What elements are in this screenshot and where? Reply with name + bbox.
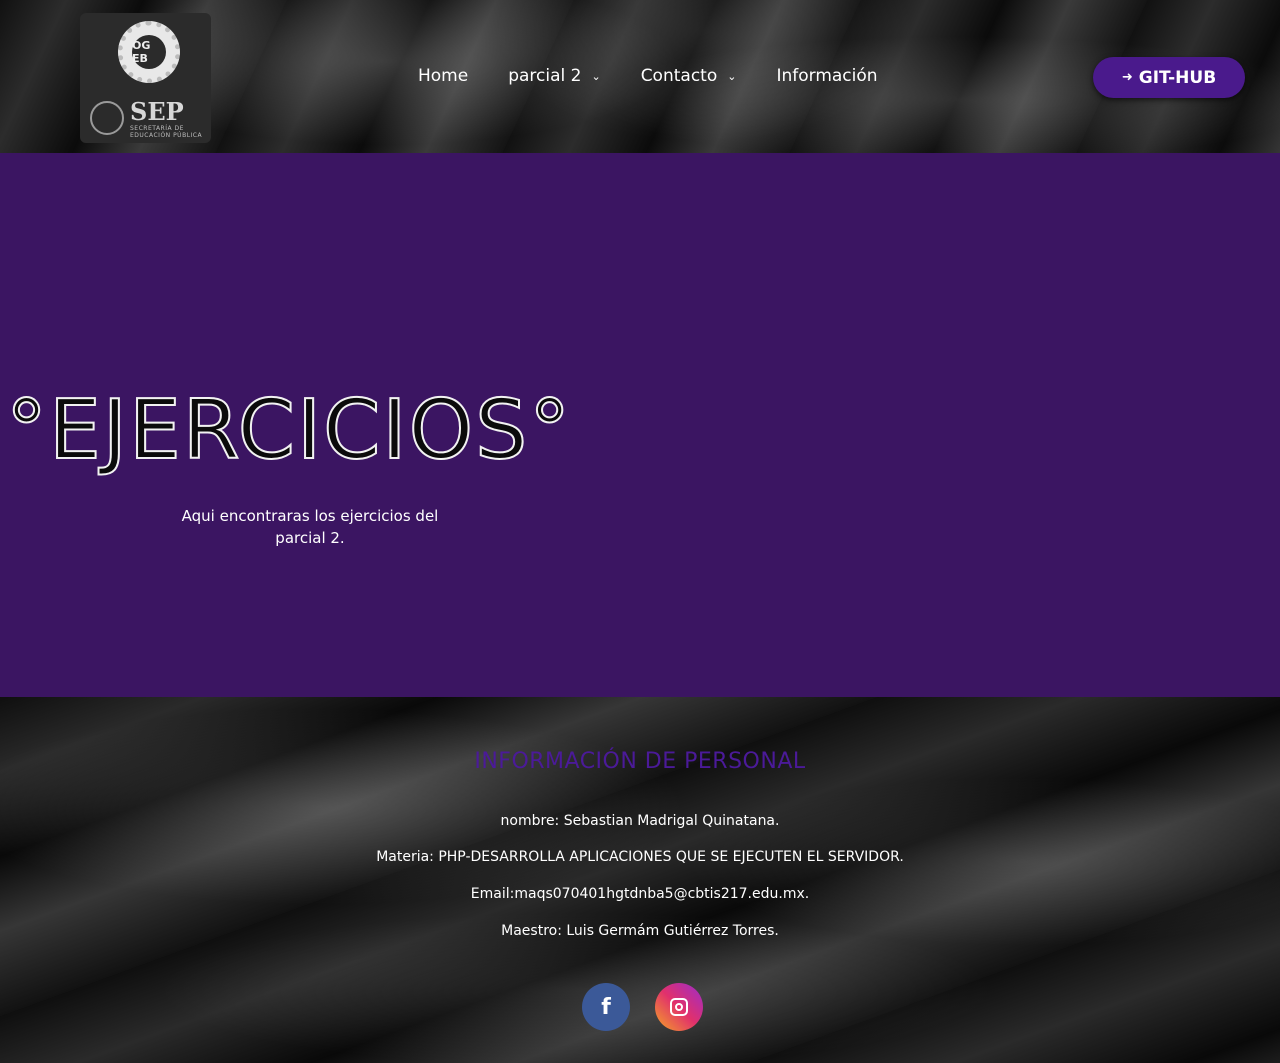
login-icon: ➜ (1121, 70, 1133, 85)
logo-badge-text: OG EB (132, 35, 166, 69)
github-button-label: GIT-HUB (1138, 67, 1217, 88)
personal-info-section: INFORMACIÓN DE PERSONAL nombre: Sebastia… (0, 697, 1280, 1063)
social-links: f (582, 983, 703, 1031)
site-header: OG EB SEP SECRETARÍA DE EDUCACIÓN PÚBLIC… (0, 0, 1280, 153)
info-email: Email:maqs070401hgtdnba5@cbtis217.edu.mx… (470, 886, 810, 902)
camera-glyph (670, 998, 688, 1016)
info-name: nombre: Sebastian Madrigal Quinatana. (500, 813, 780, 829)
instagram-icon[interactable] (655, 983, 703, 1031)
main-nav: Home parcial 2 ⌄ Contacto ⌄ Información (418, 66, 918, 86)
github-button[interactable]: ➜ GIT-HUB (1093, 57, 1245, 98)
nav-home[interactable]: Home (418, 66, 468, 86)
info-teacher: Maestro: Luis Germám Gutiérrez Torres. (501, 923, 779, 939)
personal-info-title: INFORMACIÓN DE PERSONAL (474, 749, 806, 774)
logo-brand: SEP (130, 97, 184, 126)
hero-section: °EJERCICIOS° Aqui encontraras los ejerci… (0, 153, 1280, 697)
logo-brand-subtitle: SECRETARÍA DE EDUCACIÓN PÚBLICA (130, 125, 203, 139)
nav-informacion-label: Información (776, 66, 878, 86)
nav-contacto-label: Contacto (640, 66, 718, 86)
nav-contacto[interactable]: Contacto ⌄ (641, 66, 737, 86)
chevron-down-icon: ⌄ (727, 69, 737, 83)
nav-informacion[interactable]: Información (776, 66, 877, 86)
hero-subtitle: Aqui encontraras los ejercicios del parc… (181, 507, 439, 547)
nav-home-label: Home (418, 66, 469, 86)
sep-logo[interactable]: OG EB SEP SECRETARÍA DE EDUCACIÓN PÚBLIC… (80, 13, 211, 143)
facebook-icon[interactable]: f (582, 983, 630, 1031)
national-seal-icon (90, 101, 124, 135)
dgeti-gear-icon: OG EB (118, 21, 180, 83)
chevron-down-icon: ⌄ (591, 69, 601, 83)
hero-title: °EJERCICIOS° (5, 382, 573, 479)
info-subject: Materia: PHP-DESARROLLA APLICACIONES QUE… (376, 849, 904, 865)
nav-parcial-2[interactable]: parcial 2 ⌄ (508, 66, 600, 86)
nav-parcial-2-label: parcial 2 (508, 66, 582, 86)
